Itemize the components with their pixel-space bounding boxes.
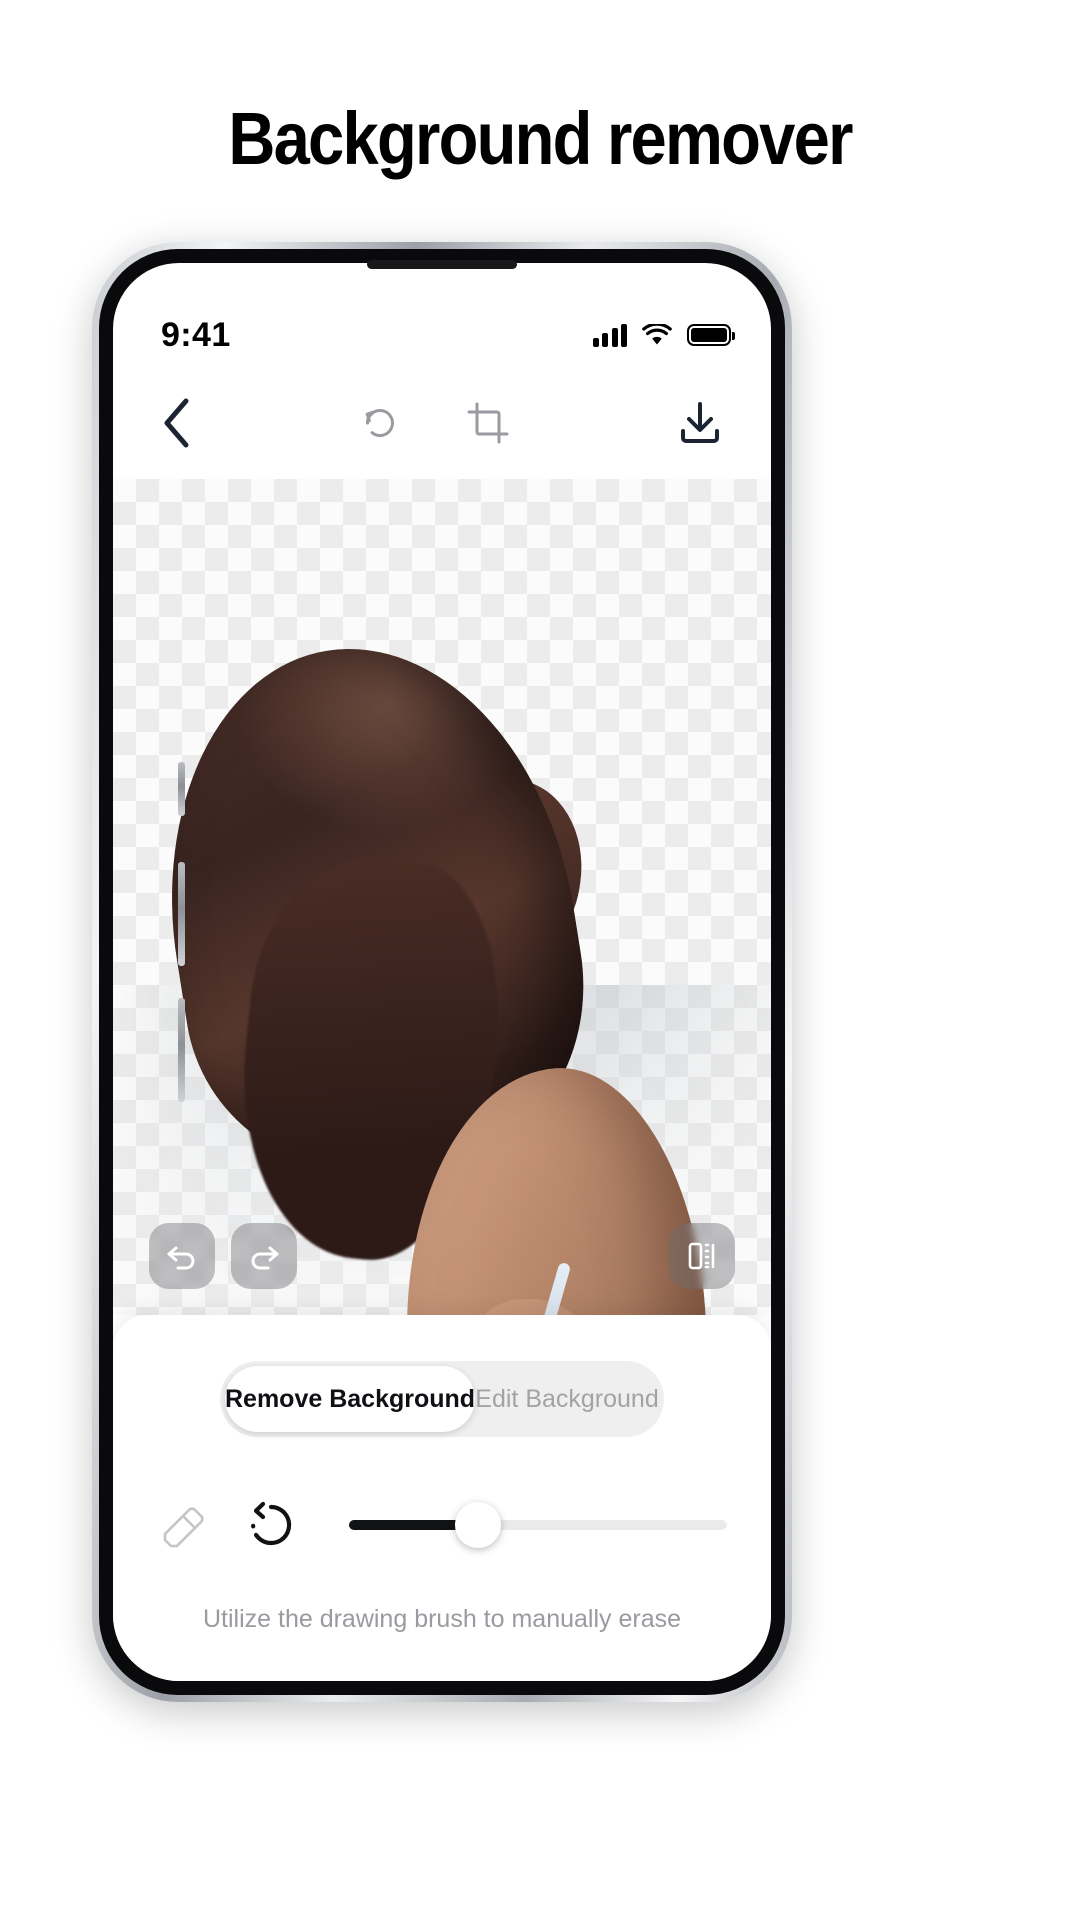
compare-button[interactable] [669, 1223, 735, 1289]
brush-size-slider[interactable] [349, 1502, 727, 1548]
brush-tool-row [113, 1437, 771, 1553]
tool-hint-text: Utilize the drawing brush to manually er… [202, 1605, 681, 1633]
download-button[interactable] [675, 398, 725, 448]
back-button[interactable] [159, 396, 193, 450]
tab-remove-background[interactable]: Remove Background [225, 1366, 476, 1432]
battery-full-icon [687, 324, 735, 346]
page-title: Background remover [228, 97, 853, 180]
compare-split-icon [688, 1242, 715, 1270]
tab-edit-background[interactable]: Edit Background [475, 1366, 659, 1432]
slider-thumb[interactable] [454, 1502, 501, 1548]
wifi-icon [642, 323, 672, 344]
volume-up-button [178, 862, 185, 966]
earpiece-speaker [367, 260, 517, 269]
eraser-tool-button[interactable] [157, 1498, 211, 1552]
chevron-left-icon [164, 398, 189, 448]
reset-rotate-button[interactable] [357, 400, 403, 446]
silent-switch [178, 762, 185, 816]
mode-segmented-control: Remove Background Edit Background [220, 1361, 664, 1437]
canvas-floating-controls [113, 1223, 771, 1289]
undo-button[interactable] [149, 1223, 215, 1289]
status-bar: 9:41 [113, 263, 771, 367]
redo-button[interactable] [231, 1223, 297, 1289]
rotate-reset-icon [365, 409, 394, 438]
phone-mockup-frame: 9:41 Remove Background Edit Background U… [92, 242, 792, 1702]
cutout-subject-image [113, 479, 771, 1315]
redo-arrow-icon [251, 1246, 279, 1270]
status-icon-group [592, 323, 735, 347]
restore-tool-button[interactable] [243, 1497, 299, 1553]
image-canvas[interactable] [113, 479, 771, 1315]
editor-toolbar [113, 367, 771, 479]
phone-screen: 9:41 Remove Background Edit Background U… [113, 263, 771, 1681]
crop-button[interactable] [465, 400, 511, 446]
eraser-icon [163, 1507, 204, 1548]
bottom-sheet: Remove Background Edit Background Utiliz… [113, 1315, 771, 1681]
tab-remove-background-label: Remove Background [225, 1384, 476, 1413]
volume-down-button [178, 998, 185, 1102]
cellular-signal-icon [592, 323, 627, 347]
tab-edit-background-label: Edit Background [475, 1384, 659, 1413]
restore-dotted-arrow-icon [251, 1501, 292, 1546]
phone-bezel: 9:41 Remove Background Edit Background U… [99, 249, 785, 1695]
crop-icon [467, 402, 509, 444]
undo-arrow-icon [167, 1246, 195, 1270]
status-time: 9:41 [161, 315, 231, 354]
download-icon [681, 402, 719, 443]
